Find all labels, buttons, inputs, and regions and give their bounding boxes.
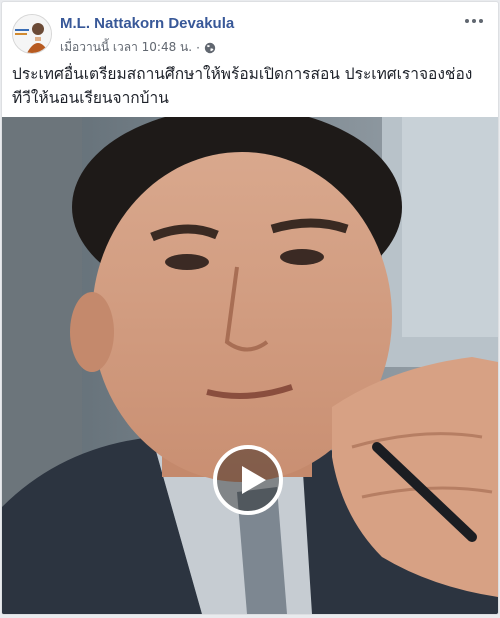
facebook-post: M.L. Nattakorn Devakula เมื่อวานนี้ เวลา… (1, 1, 499, 615)
video-player[interactable] (2, 117, 498, 614)
post-timestamp[interactable]: เมื่อวานนี้ เวลา 10:48 น. (60, 38, 192, 57)
author-name-link[interactable]: M.L. Nattakorn Devakula (60, 15, 234, 32)
post-header: M.L. Nattakorn Devakula เมื่อวานนี้ เวลา… (2, 2, 498, 60)
avatar-image (13, 15, 51, 53)
meta-separator: · (196, 40, 200, 55)
play-icon[interactable] (213, 445, 283, 515)
globe-icon[interactable] (204, 42, 216, 54)
author-avatar[interactable] (12, 14, 52, 54)
video-thumbnail (2, 117, 498, 614)
more-options-icon[interactable] (462, 12, 486, 30)
post-meta: เมื่อวานนี้ เวลา 10:48 น. · (60, 38, 216, 57)
post-message: ประเทศอื่นเตรียมสถานศึกษาให้พร้อมเปิดการ… (12, 65, 473, 107)
